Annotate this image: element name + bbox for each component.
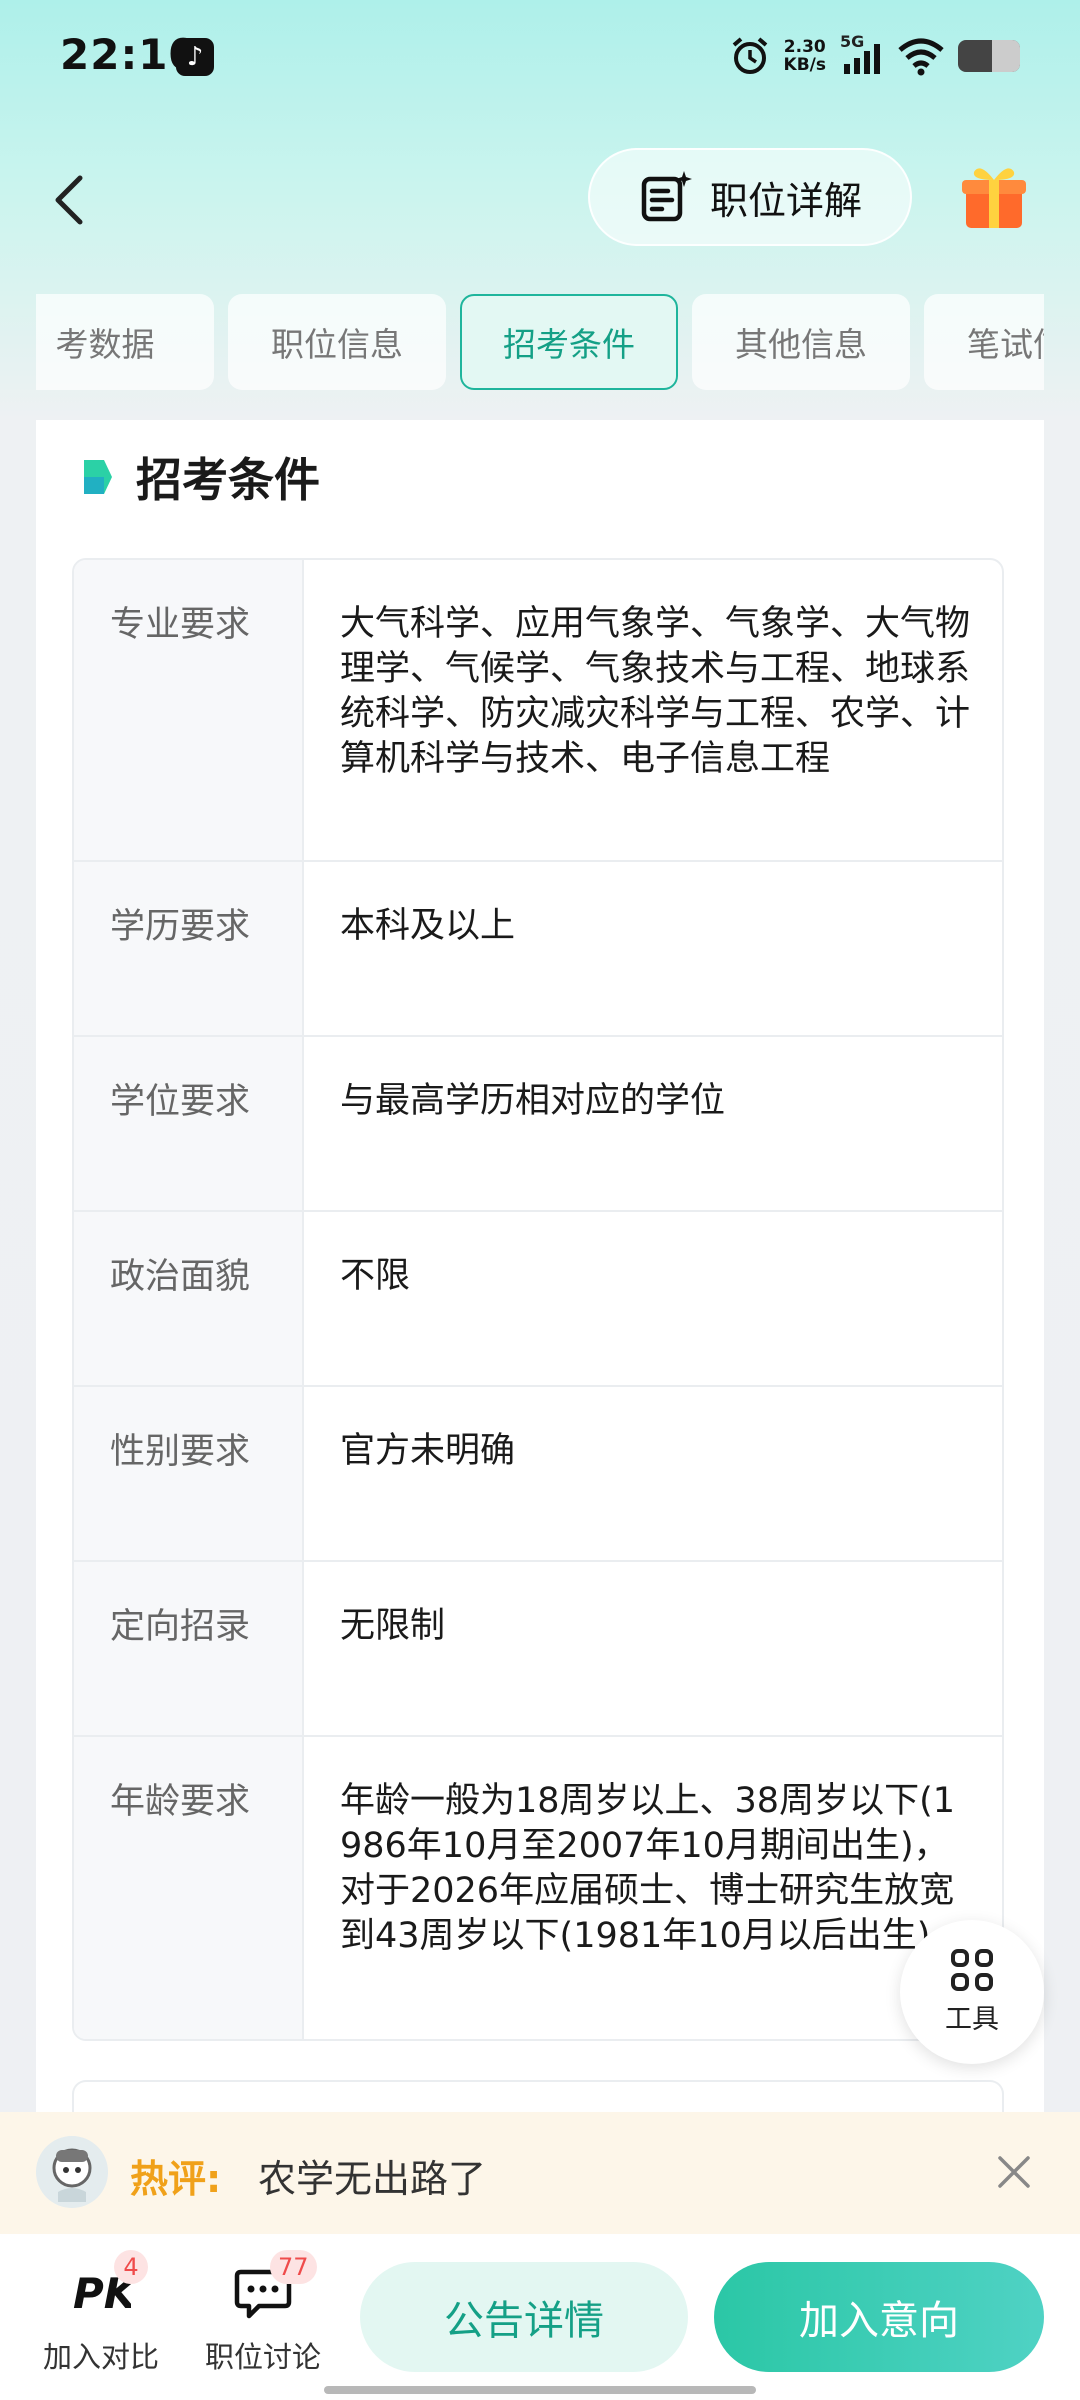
alarm-icon: [732, 37, 767, 74]
tab-other-info[interactable]: 其他信息: [692, 294, 910, 390]
row-value: 本科及以上: [340, 906, 516, 946]
tools-button[interactable]: 工具: [900, 1920, 1044, 2064]
row-value: 无限制: [340, 1606, 446, 1646]
section-mark-icon: [80, 456, 114, 498]
tab-bar: 考数据 职位信息 招考条件 其他信息 笔试信息: [36, 294, 1044, 392]
battery-icon: [958, 40, 1020, 72]
grid-icon: [951, 1948, 993, 1991]
table-row: 性别要求 官方未明确: [74, 1387, 1002, 1562]
close-icon[interactable]: [992, 2150, 1036, 2194]
table-row: 专业要求 大气科学、应用气象学、气象学、大气物理学、气候学、气象技术与工程、地球…: [74, 560, 1002, 862]
row-label: 性别要求: [74, 1387, 304, 1560]
conditions-card: 招考条件 专业要求 大气科学、应用气象学、气象学、大气物理学、气候学、气象技术与…: [36, 420, 1044, 2140]
row-label: 学位要求: [74, 1037, 304, 1210]
signal-icon: 5G: [840, 32, 884, 76]
row-label: 专业要求: [74, 560, 304, 860]
compare-badge: 4: [114, 2250, 148, 2284]
wifi-icon: [898, 38, 944, 76]
tab-exam-data[interactable]: 考数据: [36, 294, 214, 390]
row-label: 定向招录: [74, 1562, 304, 1735]
status-bar: 22:10 ♪ 2.30 KB/s 5G: [0, 0, 1080, 110]
table-row: 政治面貌 不限: [74, 1212, 1002, 1387]
tools-label: 工具: [945, 2003, 999, 2035]
tab-conditions[interactable]: 招考条件: [460, 294, 678, 390]
network-speed: 2.30 KB/s: [783, 37, 826, 75]
status-icons: 2.30 KB/s 5G: [730, 32, 1020, 78]
join-intent-button[interactable]: 加入意向: [714, 2262, 1044, 2372]
table-row: 年龄要求 年龄一般为18周岁以上、38周岁以下(1986年10月至2007年10…: [74, 1737, 1002, 2039]
hot-comment-text: 农学无出路了: [258, 2157, 487, 2201]
home-indicator[interactable]: [324, 2386, 756, 2394]
row-value: 官方未明确: [340, 1431, 516, 1471]
back-icon[interactable]: [40, 160, 100, 240]
add-compare-label: 加入对比: [42, 2340, 159, 2374]
row-label: 年龄要求: [74, 1737, 304, 2039]
conditions-table: 专业要求 大气科学、应用气象学、气象学、大气物理学、气候学、气象技术与工程、地球…: [72, 558, 1004, 2041]
section-title: 招考条件: [136, 453, 320, 507]
job-discuss-label: 职位讨论: [204, 2340, 321, 2374]
row-value: 与最高学历相对应的学位: [340, 1081, 726, 1121]
section-header: 招考条件: [80, 444, 320, 510]
document-sparkle-icon: [641, 171, 692, 222]
notice-detail-button[interactable]: 公告详情: [360, 2262, 688, 2372]
table-row: 定向招录 无限制: [74, 1562, 1002, 1737]
row-value: 年龄一般为18周岁以上、38周岁以下(1986年10月至2007年10月期间出生…: [340, 1781, 955, 1956]
hot-comment-bar[interactable]: 热评: 农学无出路了: [0, 2112, 1080, 2234]
table-row: 学位要求 与最高学历相对应的学位: [74, 1037, 1002, 1212]
hot-comment-label: 热评:: [130, 2157, 222, 2201]
tab-job-info[interactable]: 职位信息: [228, 294, 446, 390]
avatar: [36, 2136, 108, 2208]
row-value: 不限: [340, 1256, 411, 1296]
job-discuss-button[interactable]: 77 职位讨论: [188, 2250, 338, 2376]
tab-written-exam[interactable]: 笔试信息: [924, 294, 1044, 390]
row-label: 学历要求: [74, 862, 304, 1035]
tiktok-icon: ♪: [176, 38, 214, 76]
gift-icon[interactable]: [960, 160, 1028, 232]
job-detail-label: 职位详解: [709, 178, 862, 223]
discuss-badge: 77: [270, 2250, 317, 2284]
table-row: 学历要求 本科及以上: [74, 862, 1002, 1037]
job-detail-button[interactable]: 职位详解: [588, 148, 912, 246]
add-compare-button[interactable]: PK 4 加入对比: [26, 2250, 176, 2376]
row-label: 政治面貌: [74, 1212, 304, 1385]
row-value: 大气科学、应用气象学、气象学、大气物理学、气候学、气象技术与工程、地球系统科学、…: [340, 604, 971, 779]
bottom-action-bar: PK 4 加入对比 77 职位讨论 公告详情 加入意向: [0, 2234, 1080, 2400]
